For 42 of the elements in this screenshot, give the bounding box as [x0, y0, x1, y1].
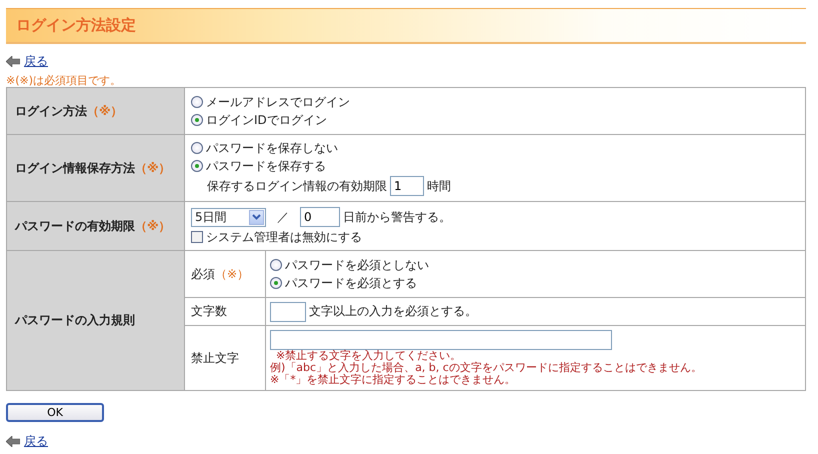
input-field[interactable]: 0 — [300, 207, 340, 227]
field-text: 文字以上の入力を必須とする。 — [309, 303, 477, 320]
ok-button[interactable]: OK — [6, 403, 104, 422]
option-label: パスワードを保存する — [206, 158, 326, 174]
back-arrow-icon — [6, 56, 20, 66]
option-label: パスワードを必須としない — [285, 256, 429, 274]
field-label: 文字数 — [191, 304, 227, 318]
field-label: ログイン方法（※） — [15, 104, 123, 118]
field-text: 保存するログイン情報の有効期限 — [207, 178, 387, 194]
field-label: 必須（※） — [191, 266, 250, 280]
back-link[interactable]: 戻る — [24, 432, 48, 450]
radio-button[interactable] — [191, 142, 203, 154]
field-label: ログイン情報保存方法（※） — [15, 160, 171, 174]
field-label: 禁止文字 — [191, 350, 239, 364]
input-field[interactable]: 1 — [390, 176, 424, 196]
radio-button[interactable] — [270, 277, 282, 289]
radio-button[interactable] — [191, 96, 203, 108]
option-label: メールアドレスでログイン — [206, 94, 350, 110]
page-title: ログイン方法設定 — [16, 16, 136, 35]
option-label: ログインIDでログイン — [206, 112, 327, 128]
hint-text: 例)「abc」と入力した場合、a, b, cの文字をパスワードに指定することはできません。 — [270, 362, 703, 374]
separator-text: ／ — [277, 208, 289, 226]
unit-text: 時間 — [427, 178, 451, 194]
field-text: 日前から警告する。 — [343, 208, 451, 226]
field-label: パスワードの入力規則 — [15, 313, 135, 327]
period-select[interactable]: 5日間 — [191, 208, 266, 226]
back-link[interactable]: 戻る — [24, 52, 48, 70]
field-label: パスワードの有効期限（※） — [15, 218, 171, 232]
radio-button[interactable] — [191, 160, 203, 172]
hint-text: ※「*」を禁止文字に指定することはできません。 — [270, 374, 517, 386]
checkbox-label: システム管理者は無効にする — [206, 228, 362, 246]
required-note: ※(※)は必須項目です。 — [6, 74, 122, 87]
dropdown-caret-icon — [252, 214, 261, 220]
option-label: パスワードを保存しない — [206, 140, 338, 156]
input-field[interactable] — [270, 302, 306, 322]
checkbox[interactable] — [191, 231, 203, 243]
input-field[interactable] — [270, 330, 612, 350]
option-label: パスワードを必須とする — [285, 274, 417, 292]
back-arrow-icon — [6, 436, 20, 446]
hint-text: ※禁止する文字を入力してください。 — [275, 350, 462, 362]
radio-button[interactable] — [191, 114, 203, 126]
radio-button[interactable] — [270, 259, 282, 271]
